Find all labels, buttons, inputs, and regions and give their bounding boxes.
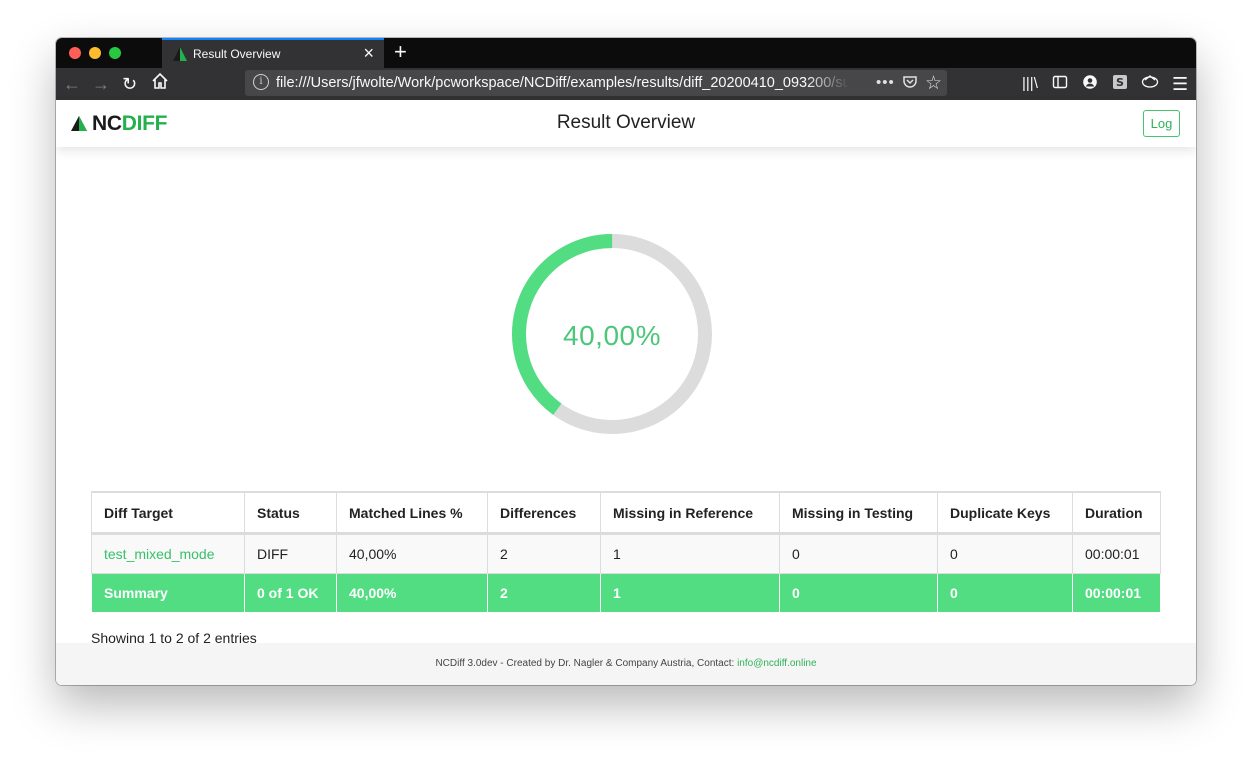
footer-text: NCDiff 3.0dev - Created by Dr. Nagler & … bbox=[435, 658, 738, 669]
table-cell: 40,00% bbox=[336, 533, 488, 574]
column-header[interactable]: Diff Target bbox=[91, 491, 245, 535]
browser-window: Result Overview × + ← → ↻ i file:///User… bbox=[56, 38, 1196, 685]
summary-cell: 00:00:01 bbox=[1072, 573, 1161, 613]
column-header[interactable]: Duplicate Keys bbox=[937, 491, 1073, 535]
new-tab-icon[interactable]: + bbox=[394, 40, 407, 64]
url-fade bbox=[805, 70, 850, 96]
account-icon[interactable] bbox=[1082, 73, 1098, 95]
log-button[interactable]: Log bbox=[1143, 110, 1180, 137]
url-bar[interactable]: i file:///Users/jfwolte/Work/pcworkspace… bbox=[245, 70, 947, 96]
table-cell: 1 bbox=[600, 533, 780, 574]
close-window-button[interactable] bbox=[69, 47, 81, 59]
extension-icon-2[interactable] bbox=[1141, 73, 1159, 96]
page-footer: NCDiff 3.0dev - Created by Dr. Nagler & … bbox=[56, 643, 1196, 685]
table-cell: 0 bbox=[779, 533, 938, 574]
library-icon[interactable]: |||\ bbox=[1022, 73, 1038, 95]
reload-icon[interactable]: ↻ bbox=[122, 73, 137, 95]
app-header: NCDIFF Result Overview Log bbox=[56, 100, 1196, 147]
summary-cell: 1 bbox=[600, 573, 780, 613]
column-header[interactable]: Matched Lines % bbox=[336, 491, 488, 535]
tab-close-icon[interactable]: × bbox=[363, 43, 374, 63]
sidebar-icon[interactable] bbox=[1052, 73, 1068, 95]
summary-cell: Summary bbox=[91, 573, 245, 613]
ncdiff-favicon-icon bbox=[173, 47, 187, 64]
column-header[interactable]: Differences bbox=[487, 491, 601, 535]
tab-result-overview[interactable]: Result Overview × bbox=[162, 38, 384, 68]
summary-cell: 0 of 1 OK bbox=[244, 573, 337, 613]
gauge-percentage: 40,00% bbox=[563, 320, 661, 351]
back-icon[interactable]: ← bbox=[63, 73, 81, 95]
bookmark-star-icon[interactable]: ☆ bbox=[925, 72, 942, 95]
summary-cell: 40,00% bbox=[336, 573, 488, 613]
table-cell: DIFF bbox=[244, 533, 337, 574]
table-cell: 0 bbox=[937, 533, 1073, 574]
url-text: file:///Users/jfwolte/Work/pcworkspace/N… bbox=[276, 75, 848, 91]
forward-icon[interactable]: → bbox=[92, 73, 110, 95]
tab-strip: Result Overview × + bbox=[56, 38, 1196, 68]
pocket-icon[interactable] bbox=[902, 74, 918, 94]
minimize-window-button[interactable] bbox=[89, 47, 101, 59]
info-icon[interactable]: i bbox=[253, 74, 269, 90]
more-icon[interactable]: ••• bbox=[876, 74, 895, 91]
summary-cell: 0 bbox=[937, 573, 1073, 613]
svg-text:S: S bbox=[1116, 76, 1124, 89]
page-content: NCDIFF Result Overview Log 40,00% Diff T… bbox=[56, 100, 1196, 685]
diff-target-link[interactable]: test_mixed_mode bbox=[91, 533, 245, 574]
home-icon[interactable] bbox=[151, 72, 169, 95]
table-cell: 00:00:01 bbox=[1072, 533, 1161, 574]
summary-row: Summary 0 of 1 OK 40,00% 2 1 0 0 00:00:0… bbox=[91, 573, 1161, 613]
column-header[interactable]: Duration bbox=[1072, 491, 1161, 535]
column-header[interactable]: Missing in Reference bbox=[600, 491, 780, 535]
zoom-window-button[interactable] bbox=[109, 47, 121, 59]
summary-cell: 2 bbox=[487, 573, 601, 613]
column-header[interactable]: Missing in Testing bbox=[779, 491, 938, 535]
summary-cell: 0 bbox=[779, 573, 938, 613]
table-cell: 2 bbox=[487, 533, 601, 574]
navigation-bar: ← → ↻ i file:///Users/jfwolte/Work/pcwor… bbox=[56, 68, 1196, 100]
page-title: Result Overview bbox=[556, 112, 696, 133]
results-table: Diff Target Status Matched Lines % Diffe… bbox=[91, 491, 1161, 613]
menu-icon[interactable]: ☰ bbox=[1172, 73, 1188, 95]
table-row: test_mixed_mode DIFF 40,00% 2 1 0 0 00:0… bbox=[91, 533, 1161, 574]
contact-email-link[interactable]: info@ncdiff.online bbox=[737, 658, 816, 669]
tab-title: Result Overview bbox=[193, 47, 281, 61]
extension-icon[interactable]: S bbox=[1112, 73, 1128, 95]
table-header-row: Diff Target Status Matched Lines % Diffe… bbox=[91, 491, 1161, 535]
column-header[interactable]: Status bbox=[244, 491, 337, 535]
